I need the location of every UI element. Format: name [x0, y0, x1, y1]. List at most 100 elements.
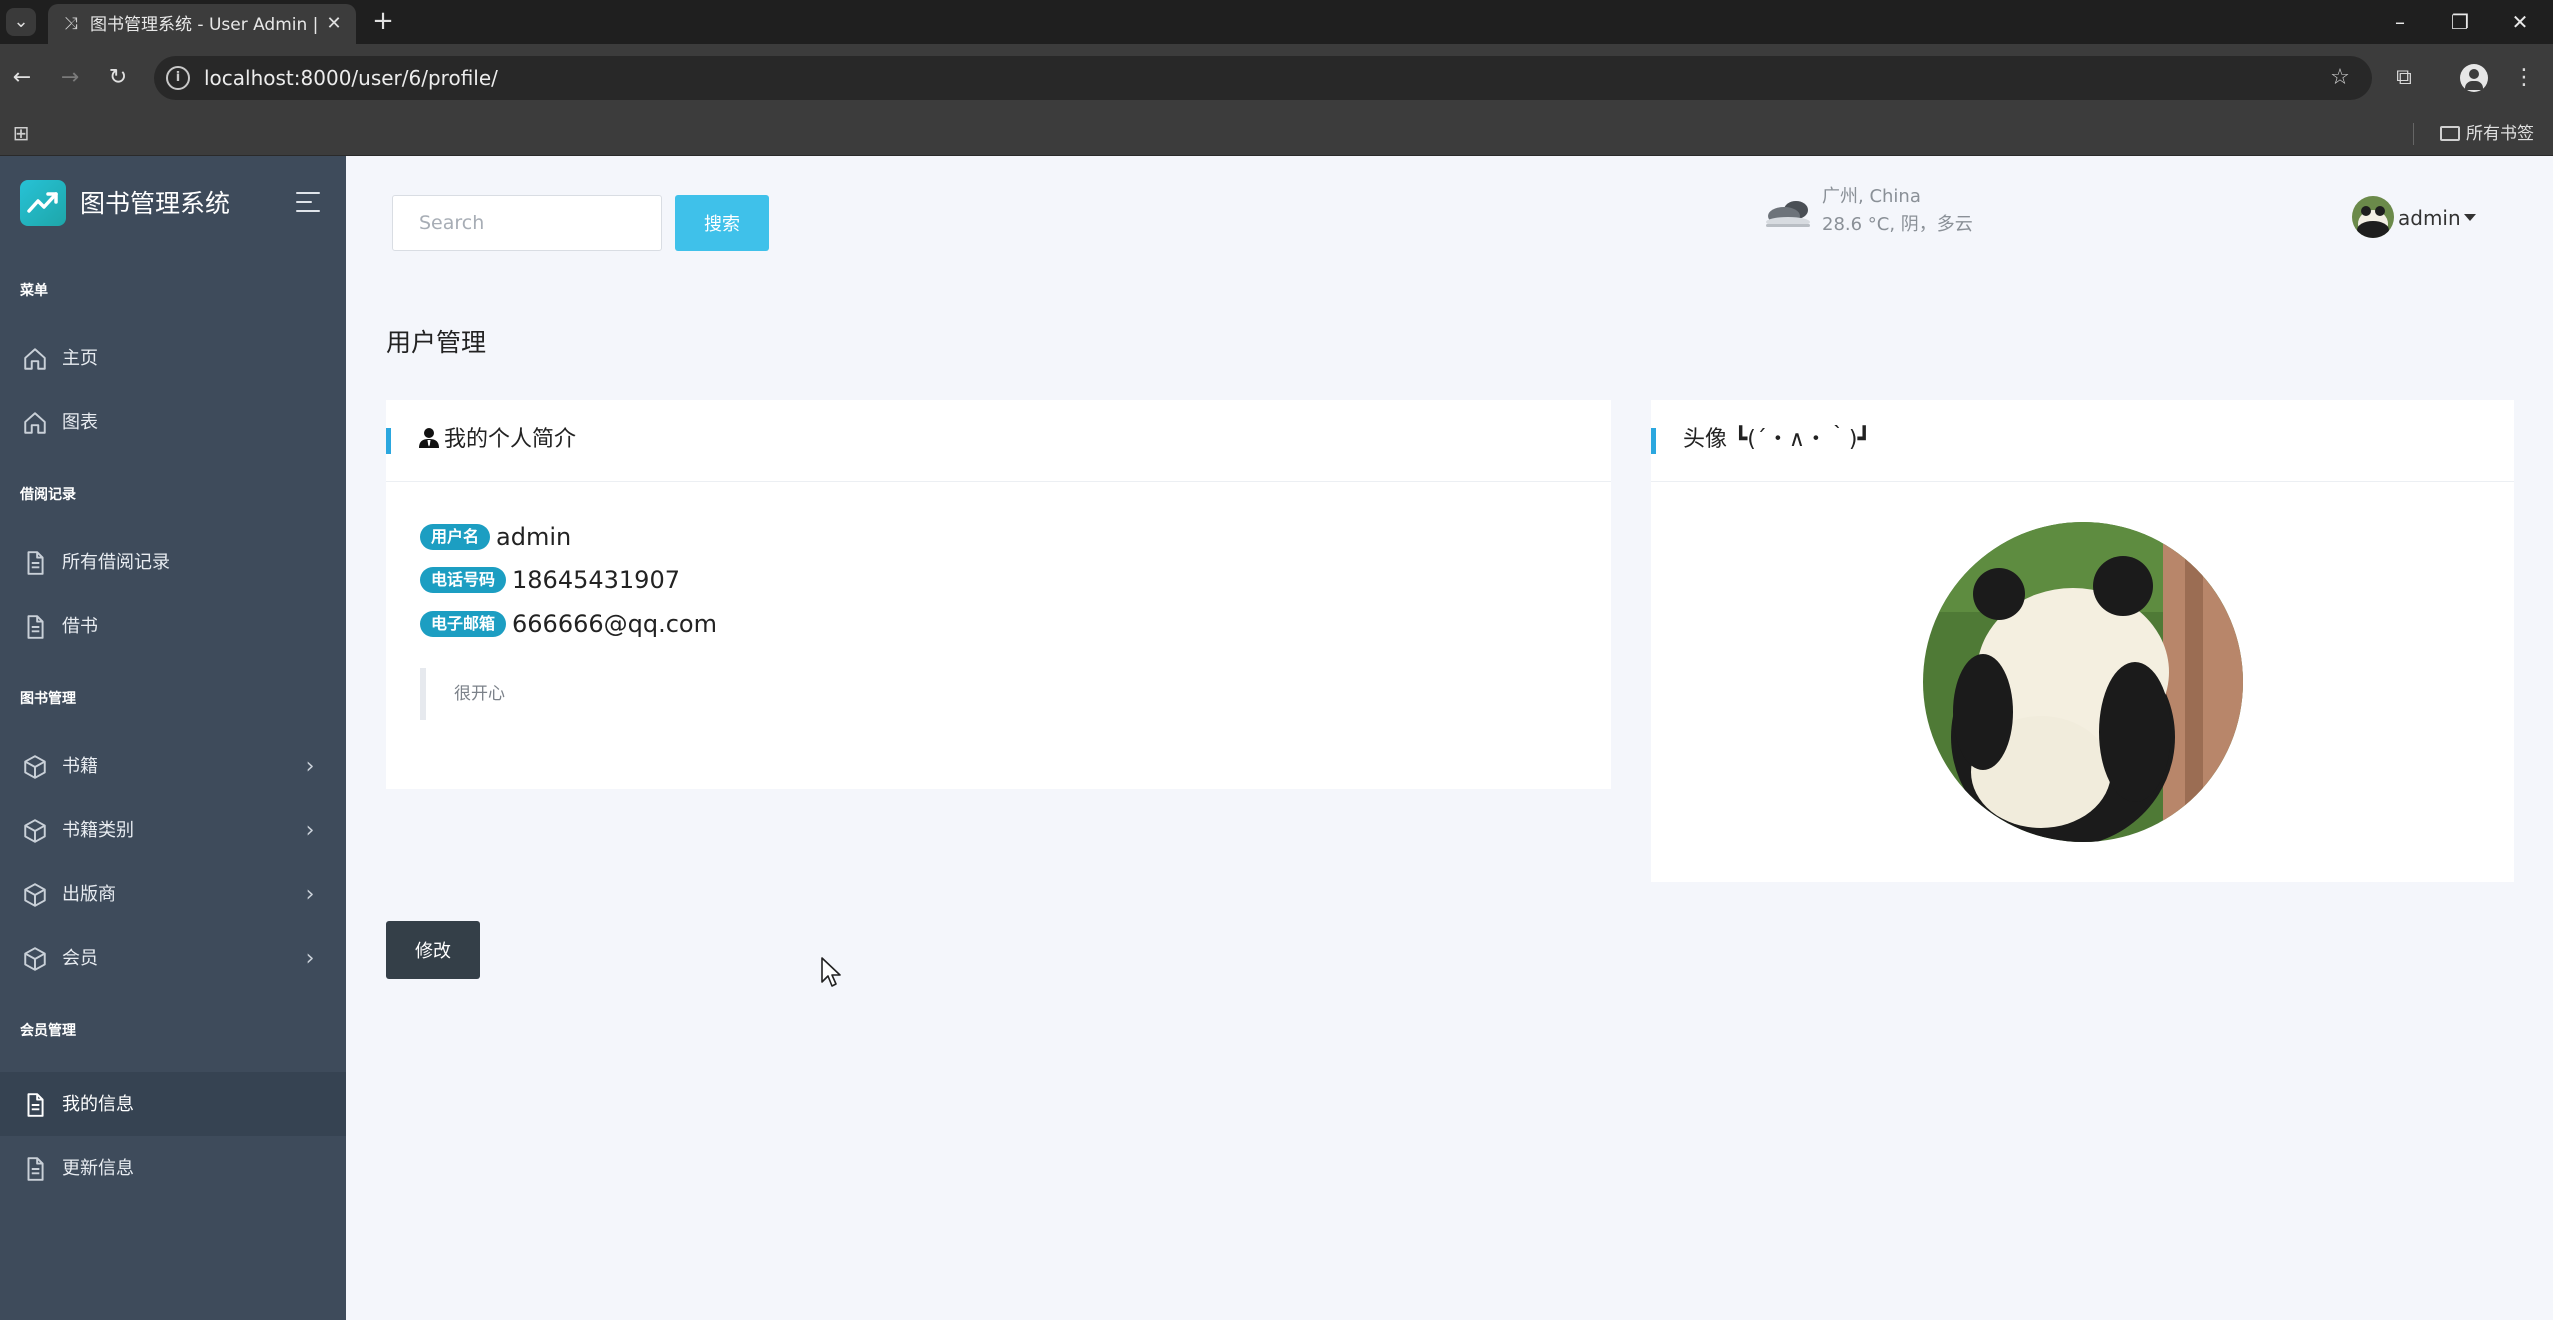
- profile-card-title-text: 我的个人简介: [444, 427, 577, 452]
- cloudy-weather-icon: [1766, 201, 1810, 227]
- sidebar-item-my-info[interactable]: 我的信息: [0, 1072, 346, 1136]
- sidebar-item-members[interactable]: 会员 ›: [0, 926, 346, 990]
- sidebar-item-update-info[interactable]: 更新信息: [0, 1136, 346, 1200]
- info-row-email: 电子邮箱 666666@qq.com: [420, 607, 717, 641]
- forward-icon[interactable]: →: [52, 60, 88, 96]
- browser-toolbar: ← → ↻ i localhost:8000/user/6/profile/ ☆…: [0, 44, 2553, 110]
- document-icon: [27, 1157, 44, 1181]
- sidebar-item-label: 图表: [62, 412, 98, 433]
- profile-card: 我的个人简介 用户名 admin 电话号码 18645431907 电子邮箱 6666…: [386, 400, 1611, 789]
- sidebar-item-books[interactable]: 书籍 ›: [0, 734, 346, 798]
- search-button[interactable]: 搜索: [675, 195, 769, 251]
- user-avatar: [2352, 196, 2394, 238]
- document-icon: [27, 1093, 44, 1117]
- new-tab-button[interactable]: +: [368, 8, 398, 36]
- email-value: 666666@qq.com: [512, 610, 717, 638]
- all-bookmarks-label: 所有书签: [2466, 124, 2534, 144]
- menu-section-heading: 借阅记录: [20, 487, 76, 503]
- sidebar-item-charts[interactable]: 图表: [0, 390, 346, 454]
- home-icon: [24, 412, 46, 434]
- sidebar-item-label: 会员: [62, 948, 98, 969]
- email-badge: 电子邮箱: [420, 611, 507, 637]
- address-url[interactable]: localhost:8000/user/6/profile/: [204, 66, 498, 90]
- info-row-username: 用户名 admin: [420, 520, 571, 554]
- bookmark-star-icon[interactable]: ☆: [2326, 64, 2354, 92]
- chevron-right-icon: ›: [305, 754, 315, 779]
- weather-city: 广州, China: [1822, 186, 1921, 207]
- phone-value: 18645431907: [512, 566, 680, 594]
- bookmarks-separator: [2413, 123, 2414, 145]
- sidebar-item-label: 出版商: [62, 884, 116, 905]
- avatar-card: 头像 ┗(´・∧・｀)┛: [1651, 400, 2514, 882]
- sidebar-item-book-categories[interactable]: 书籍类别 ›: [0, 798, 346, 862]
- username-value: admin: [496, 523, 572, 551]
- minimize-icon[interactable]: –: [2380, 6, 2420, 38]
- extensions-icon[interactable]: ⧉: [2386, 60, 2422, 96]
- menu-section-heading: 图书管理: [20, 691, 76, 707]
- brand-name: 图书管理系统: [80, 189, 231, 218]
- site-info-icon[interactable]: i: [166, 66, 190, 90]
- weather-description: 28.6 °C, 阴，多云: [1822, 214, 1973, 235]
- browser-tab-strip: ⌄ ⤨ 图书管理系统 - User Admin | A ✕ + – ❐ ✕: [0, 0, 2553, 44]
- cube-icon: [24, 755, 46, 779]
- browser-tab[interactable]: ⤨ 图书管理系统 - User Admin | A ✕: [48, 4, 356, 44]
- sidebar-item-all-borrow-records[interactable]: 所有借阅记录: [0, 530, 346, 594]
- search-input[interactable]: [392, 195, 662, 251]
- edit-button[interactable]: 修改: [386, 921, 480, 979]
- avatar-card-header: 头像 ┗(´・∧・｀)┛: [1651, 400, 2514, 482]
- card-accent-bar: [386, 428, 391, 454]
- home-icon: [24, 348, 46, 370]
- mouse-cursor-icon: [821, 957, 841, 987]
- menu-section-heading: 会员管理: [20, 1023, 76, 1039]
- shuffle-icon: ⤨: [64, 14, 78, 34]
- card-accent-bar: [1651, 428, 1656, 454]
- menu-section-heading: 菜单: [20, 283, 48, 299]
- bio-quote: 很开心: [420, 668, 1020, 720]
- sidebar-item-label: 更新信息: [62, 1158, 134, 1179]
- sidebar-item-label: 我的信息: [62, 1094, 134, 1115]
- chevron-right-icon: ›: [305, 946, 315, 971]
- page-title: 用户管理: [386, 328, 487, 357]
- sidebar-item-label: 书籍类别: [62, 820, 134, 841]
- username-badge: 用户名: [420, 524, 491, 550]
- restore-icon[interactable]: ❐: [2440, 6, 2480, 38]
- info-row-phone: 电话号码 18645431907: [420, 563, 680, 597]
- cube-icon: [24, 819, 46, 843]
- window-close-icon[interactable]: ✕: [2500, 6, 2540, 38]
- tab-title: 图书管理系统 - User Admin | A: [90, 15, 320, 35]
- bookmarks-bar: ⊞ 所有书签: [0, 110, 2553, 156]
- sidebar-item-label: 书籍: [62, 756, 98, 777]
- tab-close-icon[interactable]: ✕: [320, 10, 348, 38]
- avatar-image: [1923, 522, 2243, 842]
- sidebar-item-publishers[interactable]: 出版商 ›: [0, 862, 346, 926]
- reload-icon[interactable]: ↻: [100, 60, 136, 96]
- folder-icon: [2440, 126, 2460, 141]
- avatar-card-title: 头像 ┗(´・∧・｀)┛: [1683, 427, 1871, 452]
- tab-search-button[interactable]: ⌄: [6, 8, 36, 36]
- user-name: admin: [2398, 206, 2461, 230]
- apps-grid-icon[interactable]: ⊞: [10, 122, 32, 144]
- sidebar-item-label: 所有借阅记录: [62, 552, 170, 573]
- browser-profile-icon[interactable]: [2460, 64, 2488, 92]
- user-tie-icon: [419, 428, 439, 448]
- document-icon: [27, 551, 44, 575]
- cube-icon: [24, 947, 46, 971]
- sidebar-toggle-icon[interactable]: [296, 192, 320, 212]
- cube-icon: [24, 883, 46, 907]
- sidebar-item-borrow-book[interactable]: 借书: [0, 594, 346, 658]
- browser-menu-icon[interactable]: ⋮: [2506, 60, 2542, 96]
- document-icon: [27, 615, 44, 639]
- chevron-right-icon: ›: [305, 882, 315, 907]
- back-icon[interactable]: ←: [4, 60, 40, 96]
- sidebar-item-label: 主页: [62, 348, 98, 369]
- sidebar-item-label: 借书: [62, 616, 98, 637]
- profile-card-title: 我的个人简介: [418, 424, 576, 456]
- profile-card-header: 我的个人简介: [386, 400, 1611, 482]
- chevron-right-icon: ›: [305, 818, 315, 843]
- all-bookmarks-folder[interactable]: 所有书签: [2440, 122, 2534, 146]
- sidebar: 图书管理系统 菜单 主页 图表 借阅记录 所有借阅记录 借书 图书管理 书籍 ›…: [0, 156, 346, 1320]
- address-bar[interactable]: i localhost:8000/user/6/profile/ ☆: [154, 56, 2372, 100]
- trending-up-logo-icon: [20, 180, 66, 226]
- sidebar-item-home[interactable]: 主页: [0, 326, 346, 390]
- caret-down-icon: [2464, 214, 2476, 221]
